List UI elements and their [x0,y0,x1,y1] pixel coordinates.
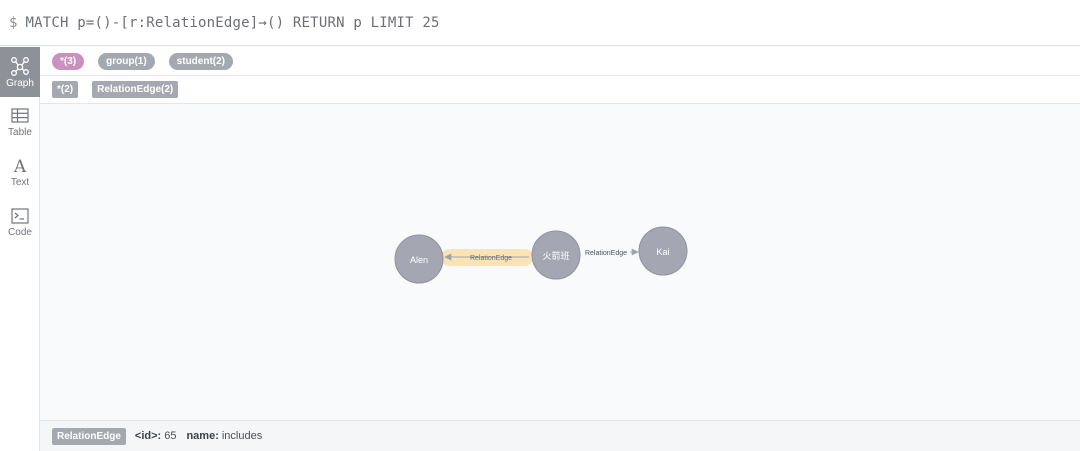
graph-canvas[interactable]: RelationEdge RelationEdge Alen 火箭班 Kai [40,104,1080,420]
neo4j-result-frame: $ MATCH p=()-[r:RelationEdge]→() RETURN … [0,0,1080,451]
prop-value-name: includes [221,430,263,442]
node-label-all[interactable]: *(3) [52,52,85,70]
text-icon: A [13,157,27,175]
graph-icon [11,56,29,76]
node-label-student[interactable]: student(2) [168,52,234,70]
node-label-group[interactable]: group(1) [98,52,155,70]
selection-details-bar: RelationEdge <id>: 65 name: includes [40,420,1080,451]
relationship-types-row: *(2) RelationEdge(2) [40,76,1080,104]
view-text-label: Text [10,176,30,188]
code-icon [11,207,29,224]
svg-text:A: A [13,157,27,175]
node-kai[interactable]: Kai [638,226,688,276]
edge-group-kai[interactable]: RelationEdge [585,248,639,257]
node-caption-alen: Alen [410,255,428,265]
node-group[interactable]: 火箭班 [531,230,581,280]
view-table-button[interactable]: Table [0,97,40,147]
selected-type-tag[interactable]: RelationEdge [52,427,126,445]
view-code-label: Code [8,226,32,238]
table-icon [11,107,29,123]
node-alen[interactable]: Alen [394,234,444,284]
prop-key-id: <id>: [134,430,162,442]
rel-type-all[interactable]: *(2) [52,81,79,98]
edge-caption-group-kai: RelationEdge [585,250,627,257]
view-graph-button[interactable]: Graph [0,47,40,97]
query-text[interactable]: MATCH p=()-[r:RelationEdge]→() RETURN p … [25,15,439,31]
view-table-label: Table [8,126,32,138]
prop-value-id: 65 [164,430,177,442]
query-prompt: $ [9,14,18,31]
node-caption-group: 火箭班 [542,250,569,262]
edge-caption-group-alen: RelationEdge [470,255,512,262]
query-bar[interactable]: $ MATCH p=()-[r:RelationEdge]→() RETURN … [0,0,1080,46]
rel-type-relationedge[interactable]: RelationEdge(2) [92,81,179,98]
node-labels-row: *(3) group(1) student(2) [40,47,1080,76]
edge-group-alen[interactable]: RelationEdge [441,249,533,266]
view-sidebar: Graph Table A Text Code [0,47,40,451]
view-graph-label: Graph [6,77,34,89]
view-code-button[interactable]: Code [0,197,40,247]
graph-svg[interactable]: RelationEdge RelationEdge Alen 火箭班 Kai [40,104,1080,420]
prop-key-name: name: [186,430,219,442]
view-text-button[interactable]: A Text [0,147,40,197]
node-caption-kai: Kai [656,247,669,257]
